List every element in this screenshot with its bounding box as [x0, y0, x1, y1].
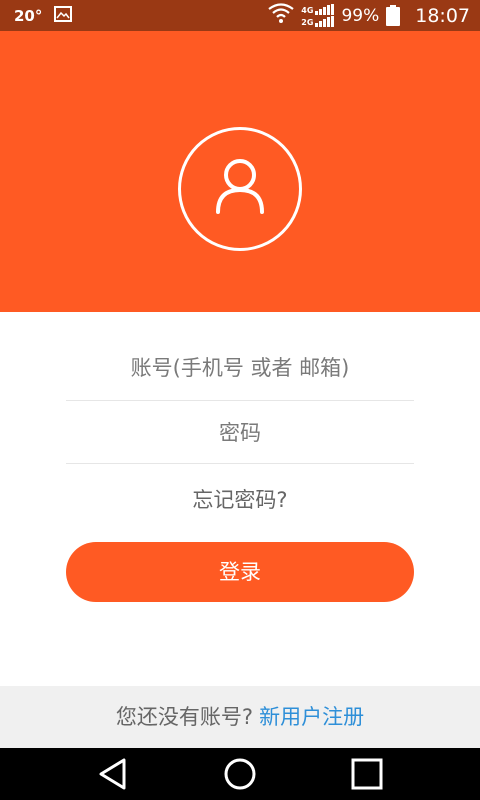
forgot-password-link[interactable]: 忘记密码?	[66, 484, 414, 514]
clock: 18:07	[415, 4, 470, 27]
profile-header	[0, 31, 480, 312]
login-button[interactable]: 登录	[66, 542, 414, 602]
network-4g: 4G	[301, 6, 314, 15]
register-bar: 您还没有账号? 新用户注册	[0, 686, 480, 748]
image-icon	[54, 5, 73, 26]
user-icon	[216, 159, 264, 214]
back-icon[interactable]	[96, 756, 132, 792]
temperature: 20°	[14, 6, 43, 25]
navigation-bar	[0, 748, 480, 800]
home-icon[interactable]	[222, 756, 258, 792]
avatar[interactable]	[178, 127, 302, 251]
network-2g: 2G	[301, 18, 314, 27]
battery-icon	[386, 5, 401, 26]
password-input[interactable]: 密码	[66, 410, 414, 464]
account-input[interactable]: 账号(手机号 或者 邮箱)	[66, 345, 414, 401]
register-link[interactable]: 新用户注册	[259, 705, 364, 729]
status-bar: 20° 4G 2G 99% 18:07	[0, 0, 480, 31]
signal-icon: 4G 2G	[301, 4, 335, 27]
battery-percent: 99%	[341, 5, 380, 26]
recents-icon[interactable]	[349, 756, 385, 792]
register-prompt: 您还没有账号?	[115, 705, 254, 729]
wifi-icon	[268, 3, 294, 28]
